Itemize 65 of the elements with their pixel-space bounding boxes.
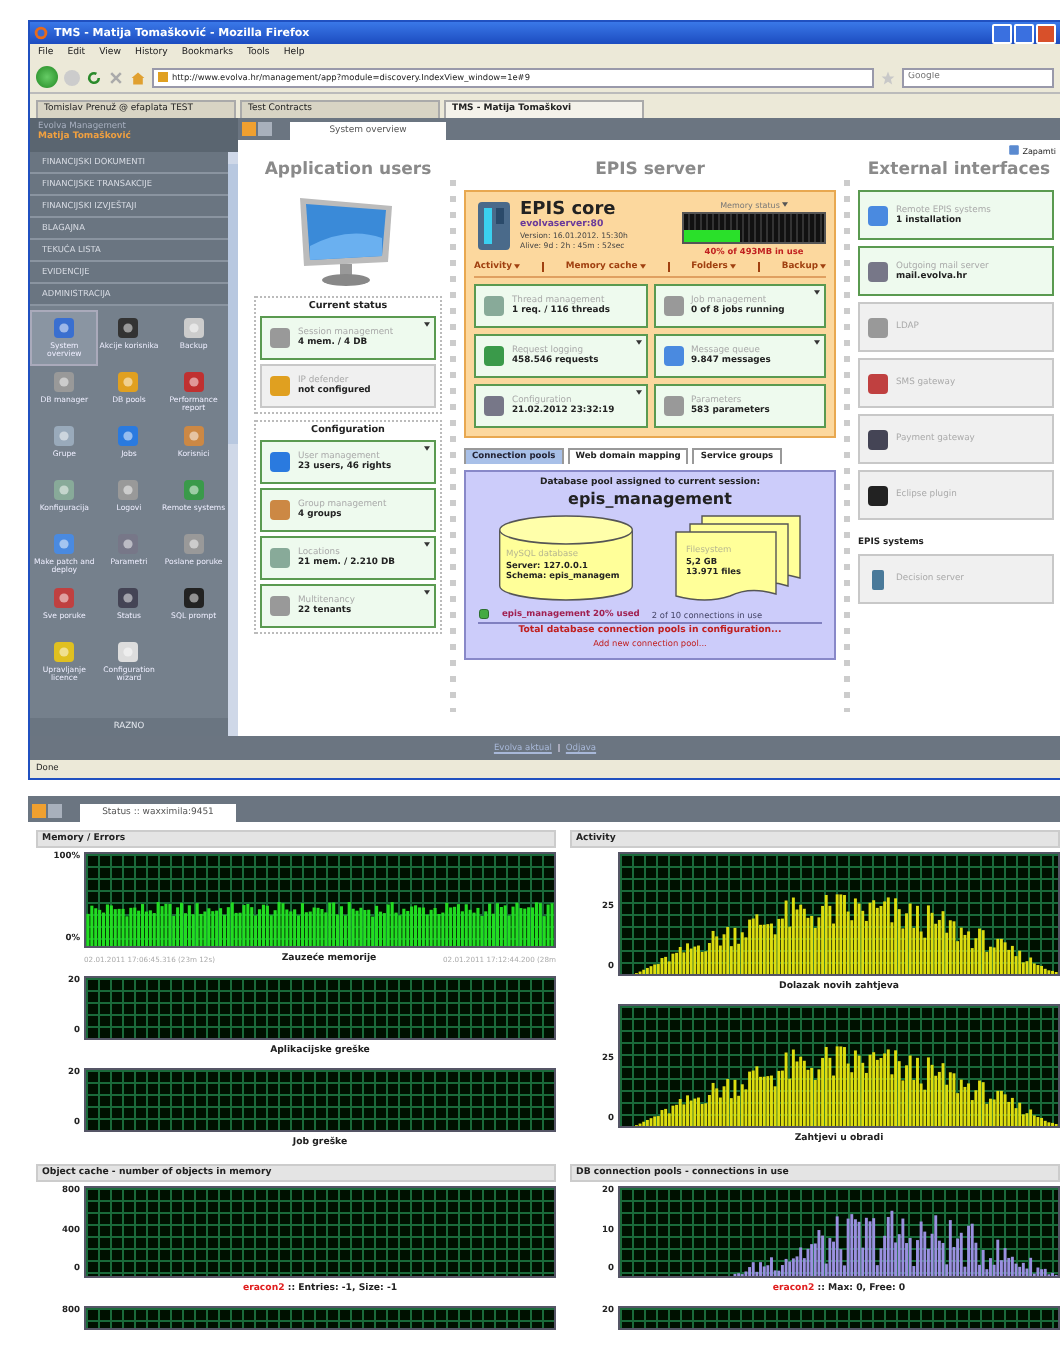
database-drawing[interactable] [498, 514, 634, 602]
caret-icon[interactable] [635, 390, 641, 395]
column-title: Application users [262, 158, 434, 184]
back-button[interactable] [36, 66, 58, 88]
square-icon [52, 640, 77, 664]
square-icon [116, 478, 141, 502]
square-icon [268, 594, 292, 618]
square-icon [52, 424, 77, 448]
square-icon [181, 586, 206, 610]
maximize-button[interactable] [1014, 23, 1034, 43]
close-button[interactable] [1036, 23, 1056, 43]
caret-icon[interactable] [424, 542, 430, 547]
square-icon [268, 450, 292, 474]
square-icon [181, 478, 206, 502]
caret-icon[interactable] [424, 322, 430, 327]
square-icon [181, 532, 206, 556]
square-icon [52, 316, 77, 340]
square-icon [116, 370, 141, 394]
square-icon [52, 586, 77, 610]
square-icon [866, 371, 890, 395]
square-icon [866, 259, 890, 283]
square-icon [116, 640, 141, 664]
server-title: EPIS core [520, 200, 618, 220]
caret-icon[interactable] [635, 340, 641, 345]
square-icon [866, 427, 890, 451]
caret-icon[interactable] [814, 290, 820, 295]
server-icon [474, 200, 514, 252]
square-icon [116, 532, 141, 556]
square-icon [661, 294, 685, 318]
square-icon [116, 586, 141, 610]
scrollbar[interactable] [228, 152, 238, 736]
square-icon [52, 478, 77, 502]
caret-icon[interactable] [814, 340, 820, 345]
caret-icon[interactable] [424, 446, 430, 451]
column-title: EPIS server [593, 158, 707, 184]
square-icon [866, 203, 890, 227]
square-icon [661, 344, 685, 368]
square-icon [866, 315, 890, 339]
caret-icon[interactable] [781, 202, 788, 208]
globe-icon [34, 26, 48, 40]
square-icon [268, 326, 292, 350]
minimize-button[interactable] [992, 23, 1012, 43]
reload-icon[interactable] [86, 69, 102, 85]
square-icon [181, 424, 206, 448]
square-icon [482, 344, 506, 368]
pool-name: epis_management [568, 490, 732, 508]
caret-icon[interactable] [424, 590, 430, 595]
column-title: External interfaces [865, 158, 1053, 184]
square-icon [268, 498, 292, 522]
square-icon [866, 483, 890, 507]
square-icon [661, 394, 685, 418]
square-icon [268, 546, 292, 570]
star-icon[interactable] [880, 69, 896, 85]
server-icon [866, 567, 890, 591]
square-icon [482, 294, 506, 318]
square-icon [181, 370, 206, 394]
file-stack-drawing[interactable] [674, 514, 802, 602]
database-icon [478, 608, 490, 620]
square-icon [268, 374, 292, 398]
square-icon [52, 370, 77, 394]
square-icon [52, 532, 77, 556]
square-icon [181, 316, 206, 340]
square-icon [116, 316, 141, 340]
square-icon [116, 424, 141, 448]
square-icon [482, 394, 506, 418]
